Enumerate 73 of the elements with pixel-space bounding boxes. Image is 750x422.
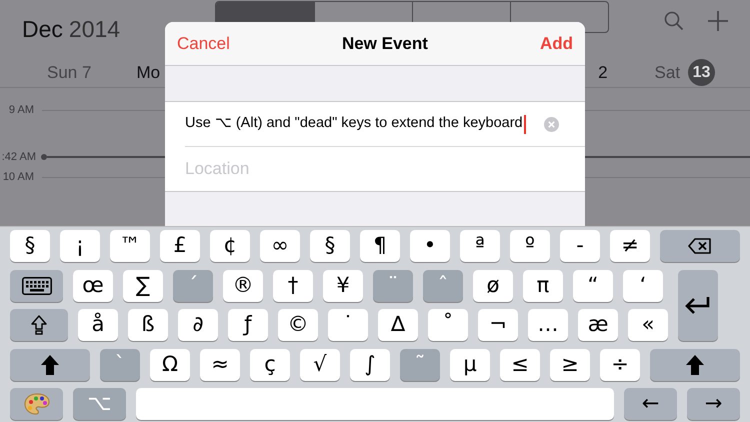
key[interactable]: … [528,309,568,341]
day-label[interactable]: 2 [598,62,608,82]
arrow-key[interactable]: → [687,388,740,420]
shift-key[interactable] [650,348,740,380]
keyboard-icon [22,276,52,294]
key[interactable]: ™ [110,230,150,262]
month-title: Dec [22,14,63,44]
key[interactable]: ‘ [623,270,663,302]
current-time-label: :42 AM [0,150,37,165]
key[interactable]: æ [578,309,618,341]
shift-key[interactable] [10,348,90,380]
key[interactable]: ç [250,348,290,380]
delete-icon [688,238,712,254]
key[interactable]: ∞ [260,230,300,262]
key[interactable]: º [510,230,550,262]
hour-label: 9 AM [8,102,35,118]
key[interactable]: £ [160,230,200,262]
day-label[interactable]: Mo [136,62,160,82]
caps-lock-key[interactable] [10,309,68,341]
key[interactable]: √ [300,348,340,380]
key[interactable]: ¢ [210,230,250,262]
key[interactable]: ¥ [323,270,363,302]
key[interactable]: π [523,270,563,302]
key[interactable]: ¡ [60,230,100,262]
key[interactable]: ≠ [610,230,650,262]
location-field[interactable]: Location [165,146,585,192]
today-badge[interactable]: 13 [688,59,716,86]
key[interactable]: ∫ [350,348,390,380]
search-icon[interactable] [664,11,684,31]
key[interactable]: ∆ [378,309,418,341]
key[interactable]: ƒ [228,309,268,341]
key[interactable]: å [78,309,118,341]
key[interactable]: © [278,309,318,341]
key[interactable]: ø [473,270,513,302]
key[interactable]: œ [73,270,113,302]
hour-label: 10 AM [2,170,35,185]
key[interactable]: † [273,270,313,302]
key[interactable]: « [628,309,668,341]
add-button[interactable]: Add [540,30,573,56]
key[interactable]: ¶ [360,230,400,262]
keyboard-key[interactable] [10,270,63,302]
delete-key[interactable] [660,230,740,262]
key[interactable]: § [310,230,350,262]
up-arrow-icon [686,354,704,374]
text-cursor [524,114,526,134]
dialog-title: New Event [342,32,428,55]
cancel-button[interactable]: Cancel [177,30,230,56]
key[interactable]: ® [223,270,263,302]
add-icon[interactable] [708,11,728,31]
key[interactable]: ∂ [178,309,218,341]
key[interactable]: ˚ [428,309,468,341]
key[interactable]: ≥ [550,348,590,380]
key[interactable]: § [10,230,50,262]
key[interactable]: Ω [150,348,190,380]
key[interactable]: ≈ [200,348,240,380]
shift-icon [31,315,47,335]
key[interactable]: “ [573,270,613,302]
key[interactable]: - [560,230,600,262]
arrow-key[interactable]: ← [624,388,677,420]
key[interactable]: ∑ [123,270,163,302]
key[interactable]: ß [128,309,168,341]
return-key[interactable] [678,270,718,341]
return-icon [685,296,711,314]
key[interactable]: ≤ [500,348,540,380]
key[interactable]: • [410,230,450,262]
key[interactable]: ª [460,230,500,262]
key[interactable]: µ [450,348,490,380]
key[interactable]: ¬ [478,309,518,341]
year-title: 2014 [68,14,120,44]
key[interactable]: ÷ [600,348,640,380]
palette-icon [24,393,50,415]
key[interactable]: ˙ [328,309,368,341]
up-arrow-icon [41,354,59,374]
